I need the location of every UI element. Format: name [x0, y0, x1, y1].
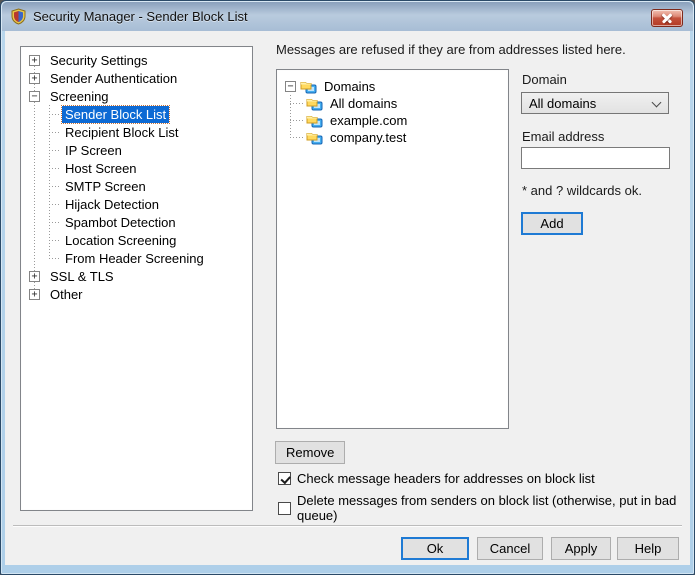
tree-connector — [49, 168, 59, 169]
collapse-minus-icon[interactable]: − — [285, 81, 296, 92]
nav-tree-label[interactable]: SMTP Screen — [62, 178, 149, 195]
nav-tree-label[interactable]: IP Screen — [62, 142, 125, 159]
footer-buttons: Ok Cancel Apply Help — [5, 537, 690, 560]
nav-tree-item-smtp-screen[interactable]: SMTP Screen — [49, 177, 252, 195]
window-title: Security Manager - Sender Block List — [33, 9, 248, 24]
domain-icon — [300, 79, 317, 94]
block-list-item-label[interactable]: example.com — [327, 112, 410, 129]
nav-tree-label[interactable]: From Header Screening — [62, 250, 207, 267]
nav-tree-label[interactable]: Screening — [47, 88, 112, 105]
tree-connector — [49, 114, 59, 115]
email-address-input[interactable] — [521, 147, 670, 169]
nav-tree-item-other[interactable]: + Other — [29, 285, 252, 303]
checked-checkbox-icon[interactable] — [278, 472, 291, 485]
expand-plus-icon[interactable]: + — [29, 73, 40, 84]
nav-tree-item-ssl-tls[interactable]: + SSL & TLS — [29, 267, 252, 285]
wildcards-note: * and ? wildcards ok. — [522, 183, 642, 198]
nav-tree-item-security-settings[interactable]: + Security Settings — [29, 51, 252, 69]
checkbox-row-delete-messages[interactable]: Delete messages from senders on block li… — [278, 493, 690, 523]
domain-label: Domain — [522, 72, 567, 87]
tree-connector — [49, 150, 59, 151]
apply-button[interactable]: Apply — [551, 537, 611, 560]
tree-connector — [49, 186, 59, 187]
block-list-item-all-domains[interactable]: All domains — [290, 95, 508, 112]
tree-connector — [290, 120, 304, 121]
tree-connector — [290, 137, 304, 138]
cancel-button[interactable]: Cancel — [477, 537, 543, 560]
tree-connector — [290, 103, 304, 104]
collapse-minus-icon[interactable]: − — [29, 91, 40, 102]
nav-tree-label[interactable]: SSL & TLS — [47, 268, 117, 285]
domains-root-label[interactable]: Domains — [321, 78, 378, 95]
nav-tree-item-screening[interactable]: −Screening — [29, 87, 252, 105]
dialog-client-area: + Security Settings + Sender Authentication… — [5, 31, 690, 565]
nav-tree-label[interactable]: Other — [47, 286, 86, 303]
nav-tree-item-ip-screen[interactable]: IP Screen — [49, 141, 252, 159]
nav-tree-label[interactable]: Sender Block List — [62, 106, 169, 123]
nav-tree-item-host-screen[interactable]: Host Screen — [49, 159, 252, 177]
block-list-item-example-com[interactable]: example.com — [290, 112, 508, 129]
tree-guide-line — [49, 105, 50, 258]
footer-separator — [13, 525, 682, 527]
close-icon — [662, 13, 672, 23]
tree-connector — [49, 204, 59, 205]
tree-connector — [49, 258, 59, 259]
dialog-window: Security Manager - Sender Block List + Se… — [0, 0, 695, 575]
tree-connector — [49, 222, 59, 223]
nav-tree-label[interactable]: Security Settings — [47, 52, 151, 69]
domain-icon — [306, 96, 323, 111]
nav-tree-item-hijack-detection[interactable]: Hijack Detection — [49, 195, 252, 213]
nav-tree-label[interactable]: Location Screening — [62, 232, 179, 249]
nav-tree-label[interactable]: Spambot Detection — [62, 214, 179, 231]
expand-plus-icon[interactable]: + — [29, 271, 40, 282]
tree-guide-line — [290, 95, 291, 138]
domain-dropdown-value: All domains — [529, 96, 596, 111]
checkbox-row-check-headers[interactable]: Check message headers for addresses on b… — [278, 471, 595, 486]
nav-tree-item-recipient-block-list[interactable]: Recipient Block List — [49, 123, 252, 141]
domain-icon — [306, 113, 323, 128]
domains-root-item[interactable]: − Domains — [285, 78, 508, 95]
add-button[interactable]: Add — [521, 212, 583, 235]
nav-tree-item-spambot-detection[interactable]: Spambot Detection — [49, 213, 252, 231]
block-list-item-label[interactable]: All domains — [327, 95, 400, 112]
tree-connector — [49, 132, 59, 133]
shield-icon — [10, 8, 27, 25]
checkbox-label: Delete messages from senders on block li… — [297, 493, 690, 523]
nav-tree-label[interactable]: Hijack Detection — [62, 196, 162, 213]
expand-plus-icon[interactable]: + — [29, 55, 40, 66]
email-address-label: Email address — [522, 129, 604, 144]
description-text: Messages are refused if they are from ad… — [276, 42, 626, 57]
unchecked-checkbox-icon[interactable] — [278, 502, 291, 515]
ok-button[interactable]: Ok — [401, 537, 469, 560]
chevron-down-icon — [652, 98, 662, 108]
close-button[interactable] — [651, 9, 683, 27]
nav-tree-label[interactable]: Host Screen — [62, 160, 140, 177]
titlebar[interactable]: Security Manager - Sender Block List — [2, 2, 693, 31]
domain-dropdown[interactable]: All domains — [521, 92, 669, 114]
nav-tree-label[interactable]: Sender Authentication — [47, 70, 180, 87]
block-list-item-label[interactable]: company.test — [327, 129, 409, 146]
nav-tree-item-sender-authentication[interactable]: + Sender Authentication — [29, 69, 252, 87]
checkbox-label: Check message headers for addresses on b… — [297, 471, 595, 486]
nav-tree-item-sender-block-list[interactable]: Sender Block List — [49, 105, 252, 123]
block-list-item-company-test[interactable]: company.test — [290, 129, 508, 146]
nav-tree-label[interactable]: Recipient Block List — [62, 124, 181, 141]
settings-nav-tree[interactable]: + Security Settings + Sender Authentication… — [20, 46, 253, 511]
remove-button[interactable]: Remove — [275, 441, 345, 464]
block-list-tree[interactable]: − DomainsAll domainsexample.comcompany.te… — [276, 69, 509, 429]
nav-tree-item-location-screening[interactable]: Location Screening — [49, 231, 252, 249]
domain-icon — [306, 130, 323, 145]
nav-tree-item-from-header-screening[interactable]: From Header Screening — [49, 249, 252, 267]
tree-connector — [49, 240, 59, 241]
expand-plus-icon[interactable]: + — [29, 289, 40, 300]
help-button[interactable]: Help — [617, 537, 679, 560]
